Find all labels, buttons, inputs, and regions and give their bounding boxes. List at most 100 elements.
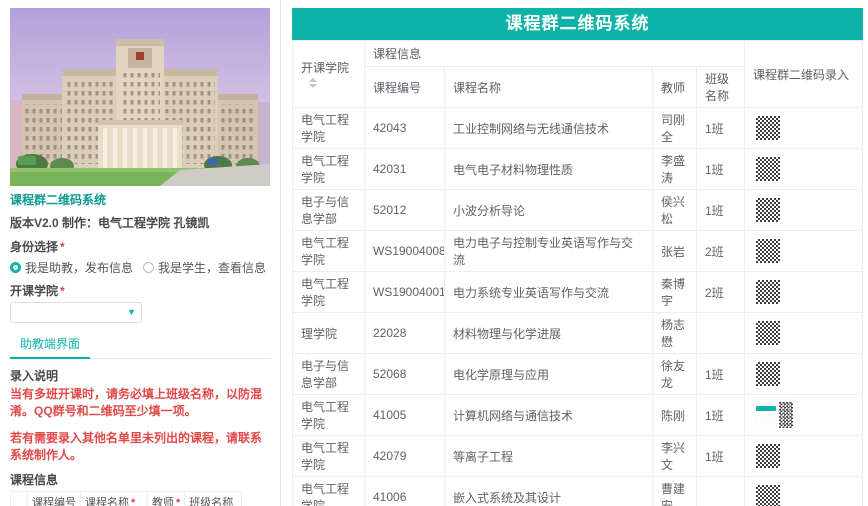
qr-code-image[interactable]	[753, 441, 783, 471]
class-column-header: 班级名称	[697, 67, 745, 108]
qr-code-image[interactable]	[753, 399, 796, 431]
name-cell: 嵌入式系统及其设计	[445, 477, 653, 506]
qr-cell	[745, 149, 863, 190]
code-column-header: 课程编号	[365, 67, 445, 108]
table-row: 电气工程学院WS19004001电力系统专业英语写作与交流秦博宇2班	[293, 272, 863, 313]
teacher-cell: 陈刚	[653, 395, 697, 436]
teacher-cell: 李兴文	[653, 436, 697, 477]
course-info-group-header: 课程信息	[365, 41, 745, 67]
code-cell: WS19004008	[365, 231, 445, 272]
course-table: 开课学院 课程信息 课程群二维码录入 课程编号 课程名称 教师 班级名称 电气工…	[292, 40, 863, 506]
qr-pattern-icon	[756, 239, 780, 263]
main-panel: 课程群二维码系统 开课学院 课程信息 课程群二维码录入 课程编号 课程名称	[281, 0, 868, 506]
identity-radio-group: 我是助教，发布信息 我是学生，查看信息	[10, 259, 270, 276]
qr-teal-banner	[756, 406, 776, 411]
table-row: 电气工程学院42031电气电子材料物理性质李盛涛1班	[293, 149, 863, 190]
table-row: 电子与信息学部52068电化学原理与应用徐友龙1班	[293, 354, 863, 395]
name-cell: 电气电子材料物理性质	[445, 149, 653, 190]
table-row: 电子与信息学部52012小波分析导论侯兴松1班	[293, 190, 863, 231]
required-mark: *	[60, 240, 65, 254]
class-cell: 1班	[697, 395, 745, 436]
qr-code-image[interactable]	[753, 482, 783, 506]
name-cell: 电化学原理与应用	[445, 354, 653, 395]
table-row: 理学院22028材料物理与化学进展杨志懋	[293, 313, 863, 354]
required-mark: *	[60, 284, 65, 298]
college-label: 开课学院*	[10, 282, 270, 299]
qr-cell	[745, 108, 863, 149]
radio-student[interactable]: 我是学生，查看信息	[143, 259, 266, 276]
name-cell: 电力系统专业英语写作与交流	[445, 272, 653, 313]
tab-assistant-panel[interactable]: 助教端界面	[10, 332, 90, 359]
qr-cell	[745, 436, 863, 477]
qr-code-image[interactable]	[753, 154, 783, 184]
class-cell: 1班	[697, 149, 745, 190]
college-cell: 电气工程学院	[293, 272, 365, 313]
college-cell: 电气工程学院	[293, 436, 365, 477]
qr-code-image[interactable]	[753, 113, 783, 143]
code-cell: 52012	[365, 190, 445, 231]
name-column-header: 课程名称	[445, 67, 653, 108]
college-cell: 电气工程学院	[293, 477, 365, 506]
course-entry-table: 课程编号 课程名称* 教师* 班级名称 1 暂无内容 ▼ ▼	[10, 491, 242, 506]
app-window: 课程群二维码系统 版本V2.0 制作：电气工程学院 孔镜凯 身份选择* 我是助教…	[0, 0, 868, 506]
college-cell: 电气工程学院	[293, 108, 365, 149]
qr-code-image[interactable]	[753, 236, 783, 266]
college-select[interactable]: ▼	[10, 302, 142, 323]
college-cell: 电子与信息学部	[293, 190, 365, 231]
identity-label: 身份选择*	[10, 238, 270, 255]
qr-code-image[interactable]	[753, 195, 783, 225]
table-row: 电气工程学院42079等离子工程李兴文1班	[293, 436, 863, 477]
code-cell: 41006	[365, 477, 445, 506]
qr-pattern-icon	[756, 198, 780, 222]
qr-code-image[interactable]	[753, 359, 783, 389]
college-cell: 电气工程学院	[293, 149, 365, 190]
college-cell: 理学院	[293, 313, 365, 354]
tab-bar: 助教端界面	[10, 332, 270, 359]
qr-cell	[745, 395, 863, 436]
name-cell: 电力电子与控制专业英语写作与交流	[445, 231, 653, 272]
table-header-row-1: 开课学院 课程信息 课程群二维码录入	[293, 41, 863, 67]
college-column-header[interactable]: 开课学院	[293, 41, 365, 108]
radio-assistant[interactable]: 我是助教，发布信息	[10, 259, 133, 276]
teacher-column-header: 教师	[653, 67, 697, 108]
qr-pattern-icon	[756, 116, 780, 140]
required-mark: *	[131, 497, 135, 506]
class-cell: 2班	[697, 272, 745, 313]
teacher-cell: 秦博宇	[653, 272, 697, 313]
college-cell: 电子与信息学部	[293, 354, 365, 395]
code-cell: WS19004001	[365, 272, 445, 313]
class-cell: 2班	[697, 231, 745, 272]
page-title: 课程群二维码系统	[292, 8, 863, 40]
code-cell: 42079	[365, 436, 445, 477]
qr-pattern-icon	[756, 280, 780, 304]
radio-unselected-icon	[143, 262, 154, 273]
radio-selected-icon	[10, 262, 21, 273]
qr-pattern-icon	[779, 402, 793, 428]
qr-pattern-icon	[756, 321, 780, 345]
name-cell: 小波分析导论	[445, 190, 653, 231]
qr-cell	[745, 354, 863, 395]
teacher-cell: 曹建安	[653, 477, 697, 506]
sidebar: 课程群二维码系统 版本V2.0 制作：电气工程学院 孔镜凯 身份选择* 我是助教…	[0, 0, 281, 506]
class-cell: 1班	[697, 190, 745, 231]
qr-cell	[745, 313, 863, 354]
qr-pattern-icon	[756, 444, 780, 468]
code-cell: 42031	[365, 149, 445, 190]
table-row: 电气工程学院41005计算机网络与通信技术陈刚1班	[293, 395, 863, 436]
teacher-cell: 李盛涛	[653, 149, 697, 190]
class-cell: 1班	[697, 354, 745, 395]
course-info-title: 课程信息	[10, 471, 270, 488]
qr-pattern-icon	[756, 362, 780, 386]
radio-student-label: 我是学生，查看信息	[158, 259, 266, 276]
code-cell: 22028	[365, 313, 445, 354]
mini-col-name: 课程名称*	[81, 491, 148, 506]
code-cell: 52068	[365, 354, 445, 395]
mini-header-row: 课程编号 课程名称* 教师* 班级名称	[11, 491, 242, 506]
qr-cell	[745, 272, 863, 313]
sidebar-title: 课程群二维码系统	[10, 191, 270, 208]
teacher-cell: 司刚全	[653, 108, 697, 149]
college-cell: 电气工程学院	[293, 395, 365, 436]
sort-icon[interactable]	[309, 78, 317, 88]
qr-code-image[interactable]	[753, 277, 783, 307]
qr-code-image[interactable]	[753, 318, 783, 348]
